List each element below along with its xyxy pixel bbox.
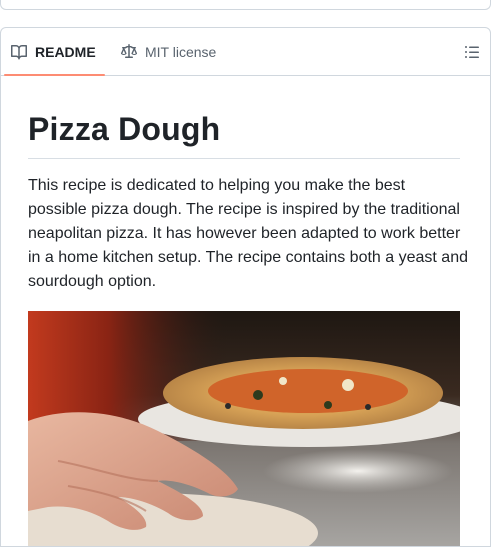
readme-panel: README MIT license Pizza Dough This reci… <box>0 27 491 547</box>
law-scale-icon <box>121 44 137 58</box>
pizza-photo-illustration <box>28 311 460 546</box>
list-unordered-icon[interactable] <box>464 44 480 60</box>
tab-license[interactable]: MIT license <box>121 28 216 76</box>
recipe-description: This recipe is dedicated to helping you … <box>28 177 468 290</box>
page-title: Pizza Dough <box>28 111 221 147</box>
active-tab-indicator <box>4 74 105 76</box>
tab-license-label: MIT license <box>145 44 217 60</box>
tab-readme-label: README <box>35 44 96 60</box>
title-divider <box>28 158 460 159</box>
tab-readme[interactable]: README <box>11 28 96 76</box>
pizza-photo <box>28 311 460 546</box>
book-icon <box>11 44 27 60</box>
previous-panel-edge <box>0 0 491 10</box>
readme-tabs-bar: README MIT license <box>1 28 490 76</box>
